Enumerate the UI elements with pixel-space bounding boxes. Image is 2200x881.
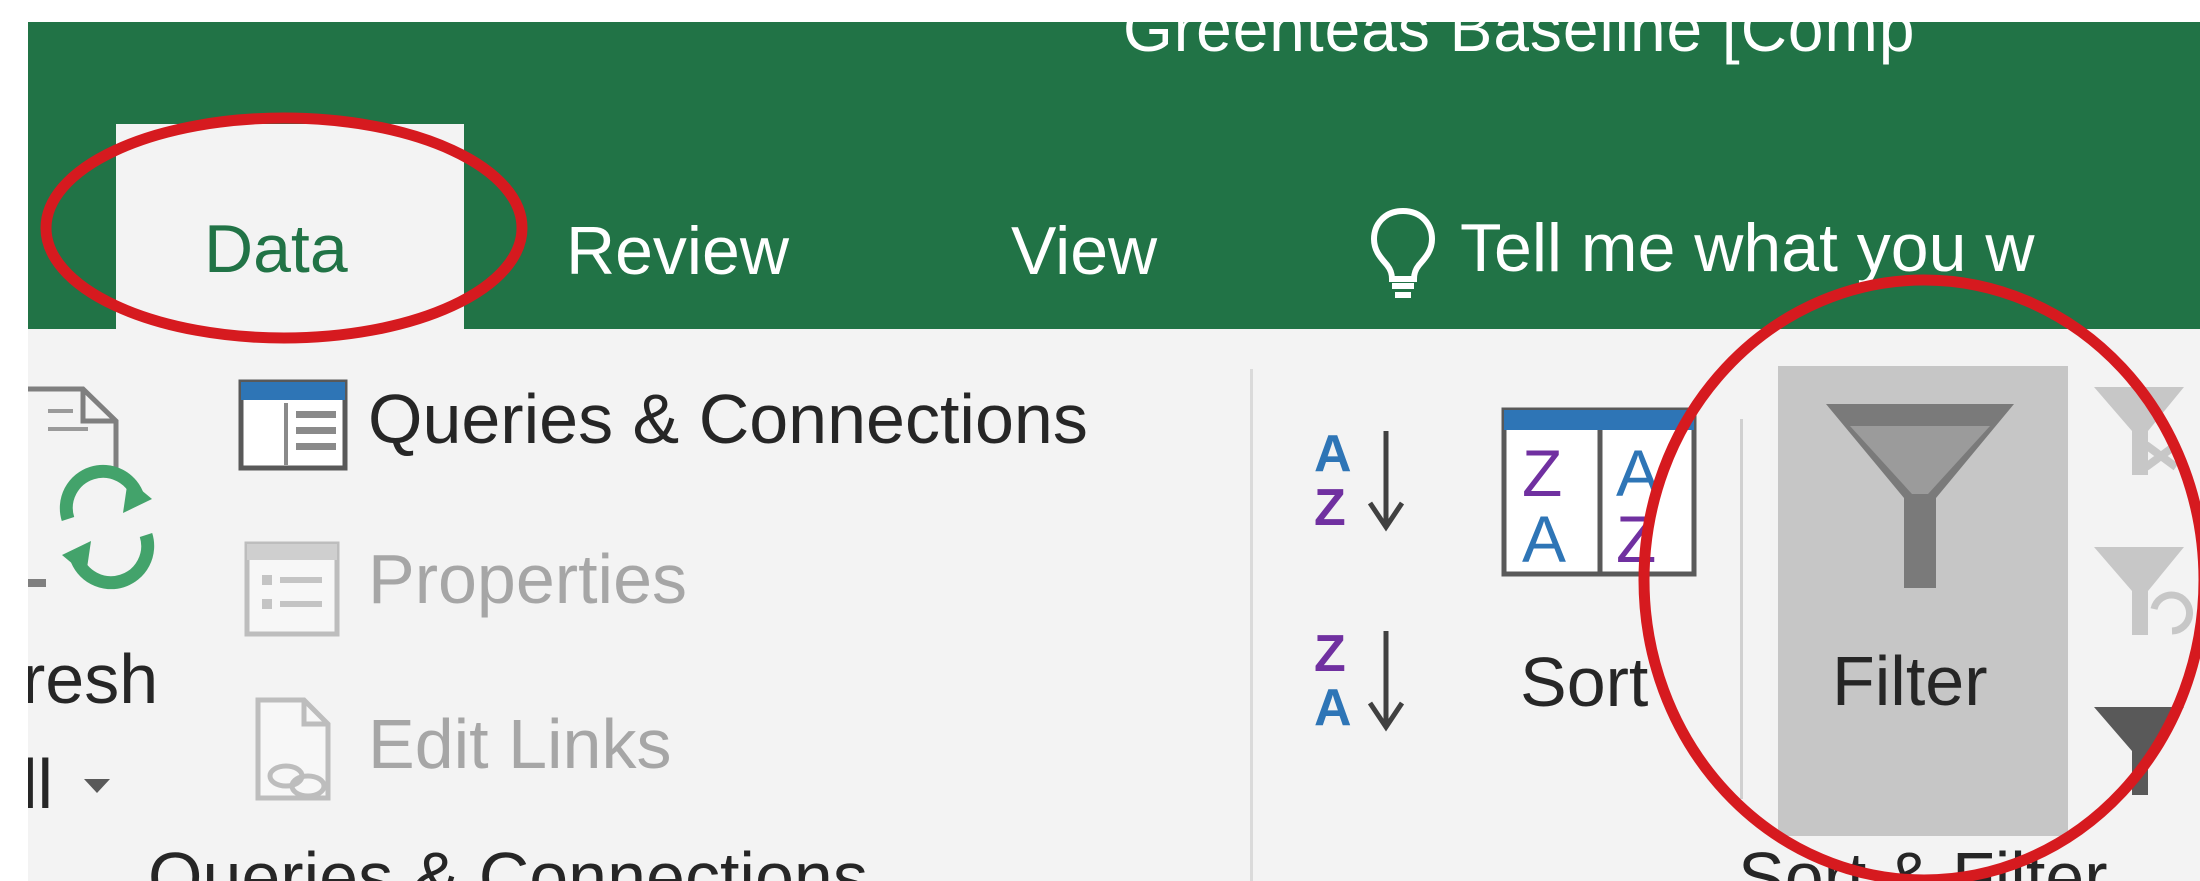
advanced-filter-icon [2094, 707, 2184, 795]
group-separator [1250, 369, 1253, 881]
tab-data[interactable]: Data [116, 124, 464, 339]
properties-label: Properties [368, 540, 688, 618]
refresh-all-button[interactable]: resh ll [28, 329, 198, 869]
group-label-queries: Queries & Connections [148, 838, 868, 881]
sort-button[interactable]: Z A A Z Sort [1468, 404, 1708, 784]
tell-me-search[interactable]: Tell me what you w [1368, 207, 2034, 299]
edit-links-icon [255, 697, 331, 801]
group-label-sort-filter: Sort & Filter [1738, 838, 2108, 881]
window-title: Greenteas Baseline [Comp [1123, 22, 1916, 65]
properties-icon [244, 541, 340, 637]
reapply-filter-button[interactable] [2088, 539, 2200, 649]
excel-window: Greenteas Baseline [Comp Data Review Vie… [28, 22, 2200, 881]
sort-z-to-a-icon: Z A [1314, 625, 1405, 737]
queries-connections-button[interactable]: Queries & Connections [208, 379, 1208, 479]
sort-a-to-z-icon: A Z [1314, 425, 1405, 537]
filter-button[interactable]: Filter [1778, 366, 2068, 836]
tell-me-text: Tell me what you w [1460, 209, 2035, 286]
svg-text:Z: Z [1314, 479, 1346, 537]
svg-text:A: A [1314, 425, 1352, 483]
tab-data-label: Data [204, 211, 348, 287]
sort-z-to-a-button[interactable]: Z A [1308, 619, 1418, 739]
edit-links-label: Edit Links [368, 705, 672, 783]
properties-button[interactable]: Properties [208, 539, 768, 639]
tab-review[interactable]: Review [566, 212, 789, 290]
sort-dialog-icon: Z A A Z [1501, 407, 1697, 577]
svg-text:Z: Z [1314, 625, 1346, 683]
lightbulb-icon [1370, 207, 1436, 298]
svg-text:A: A [1522, 502, 1566, 576]
svg-text:Z: Z [1616, 502, 1656, 576]
clear-filter-icon [2094, 387, 2184, 475]
filter-funnel-icon [1826, 404, 2014, 588]
filter-label: Filter [1832, 642, 1988, 720]
refresh-label: resh [28, 640, 159, 718]
refresh-sheet-icon [28, 386, 155, 590]
ribbon-tab-bar: Greenteas Baseline [Comp Data Review Vie… [28, 22, 2200, 339]
dropdown-arrow-icon [84, 779, 110, 793]
svg-text:Z: Z [1522, 436, 1562, 510]
sort-filter-separator [1740, 419, 1743, 799]
clear-filter-button[interactable] [2088, 379, 2200, 489]
data-ribbon: resh ll Queries & Connections Properties… [28, 329, 2200, 881]
sort-label: Sort [1520, 643, 1649, 721]
edit-links-button[interactable]: Edit Links [208, 694, 768, 804]
advanced-filter-button[interactable] [2088, 699, 2200, 809]
svg-text:A: A [1616, 436, 1660, 510]
reapply-filter-icon [2094, 547, 2194, 635]
queries-connections-label: Queries & Connections [368, 380, 1088, 458]
tab-view[interactable]: View [1011, 212, 1157, 290]
queries-connections-icon [238, 379, 348, 471]
sort-a-to-z-button[interactable]: A Z [1308, 419, 1418, 539]
svg-text:A: A [1314, 679, 1352, 737]
refresh-all-label: ll [28, 745, 54, 823]
